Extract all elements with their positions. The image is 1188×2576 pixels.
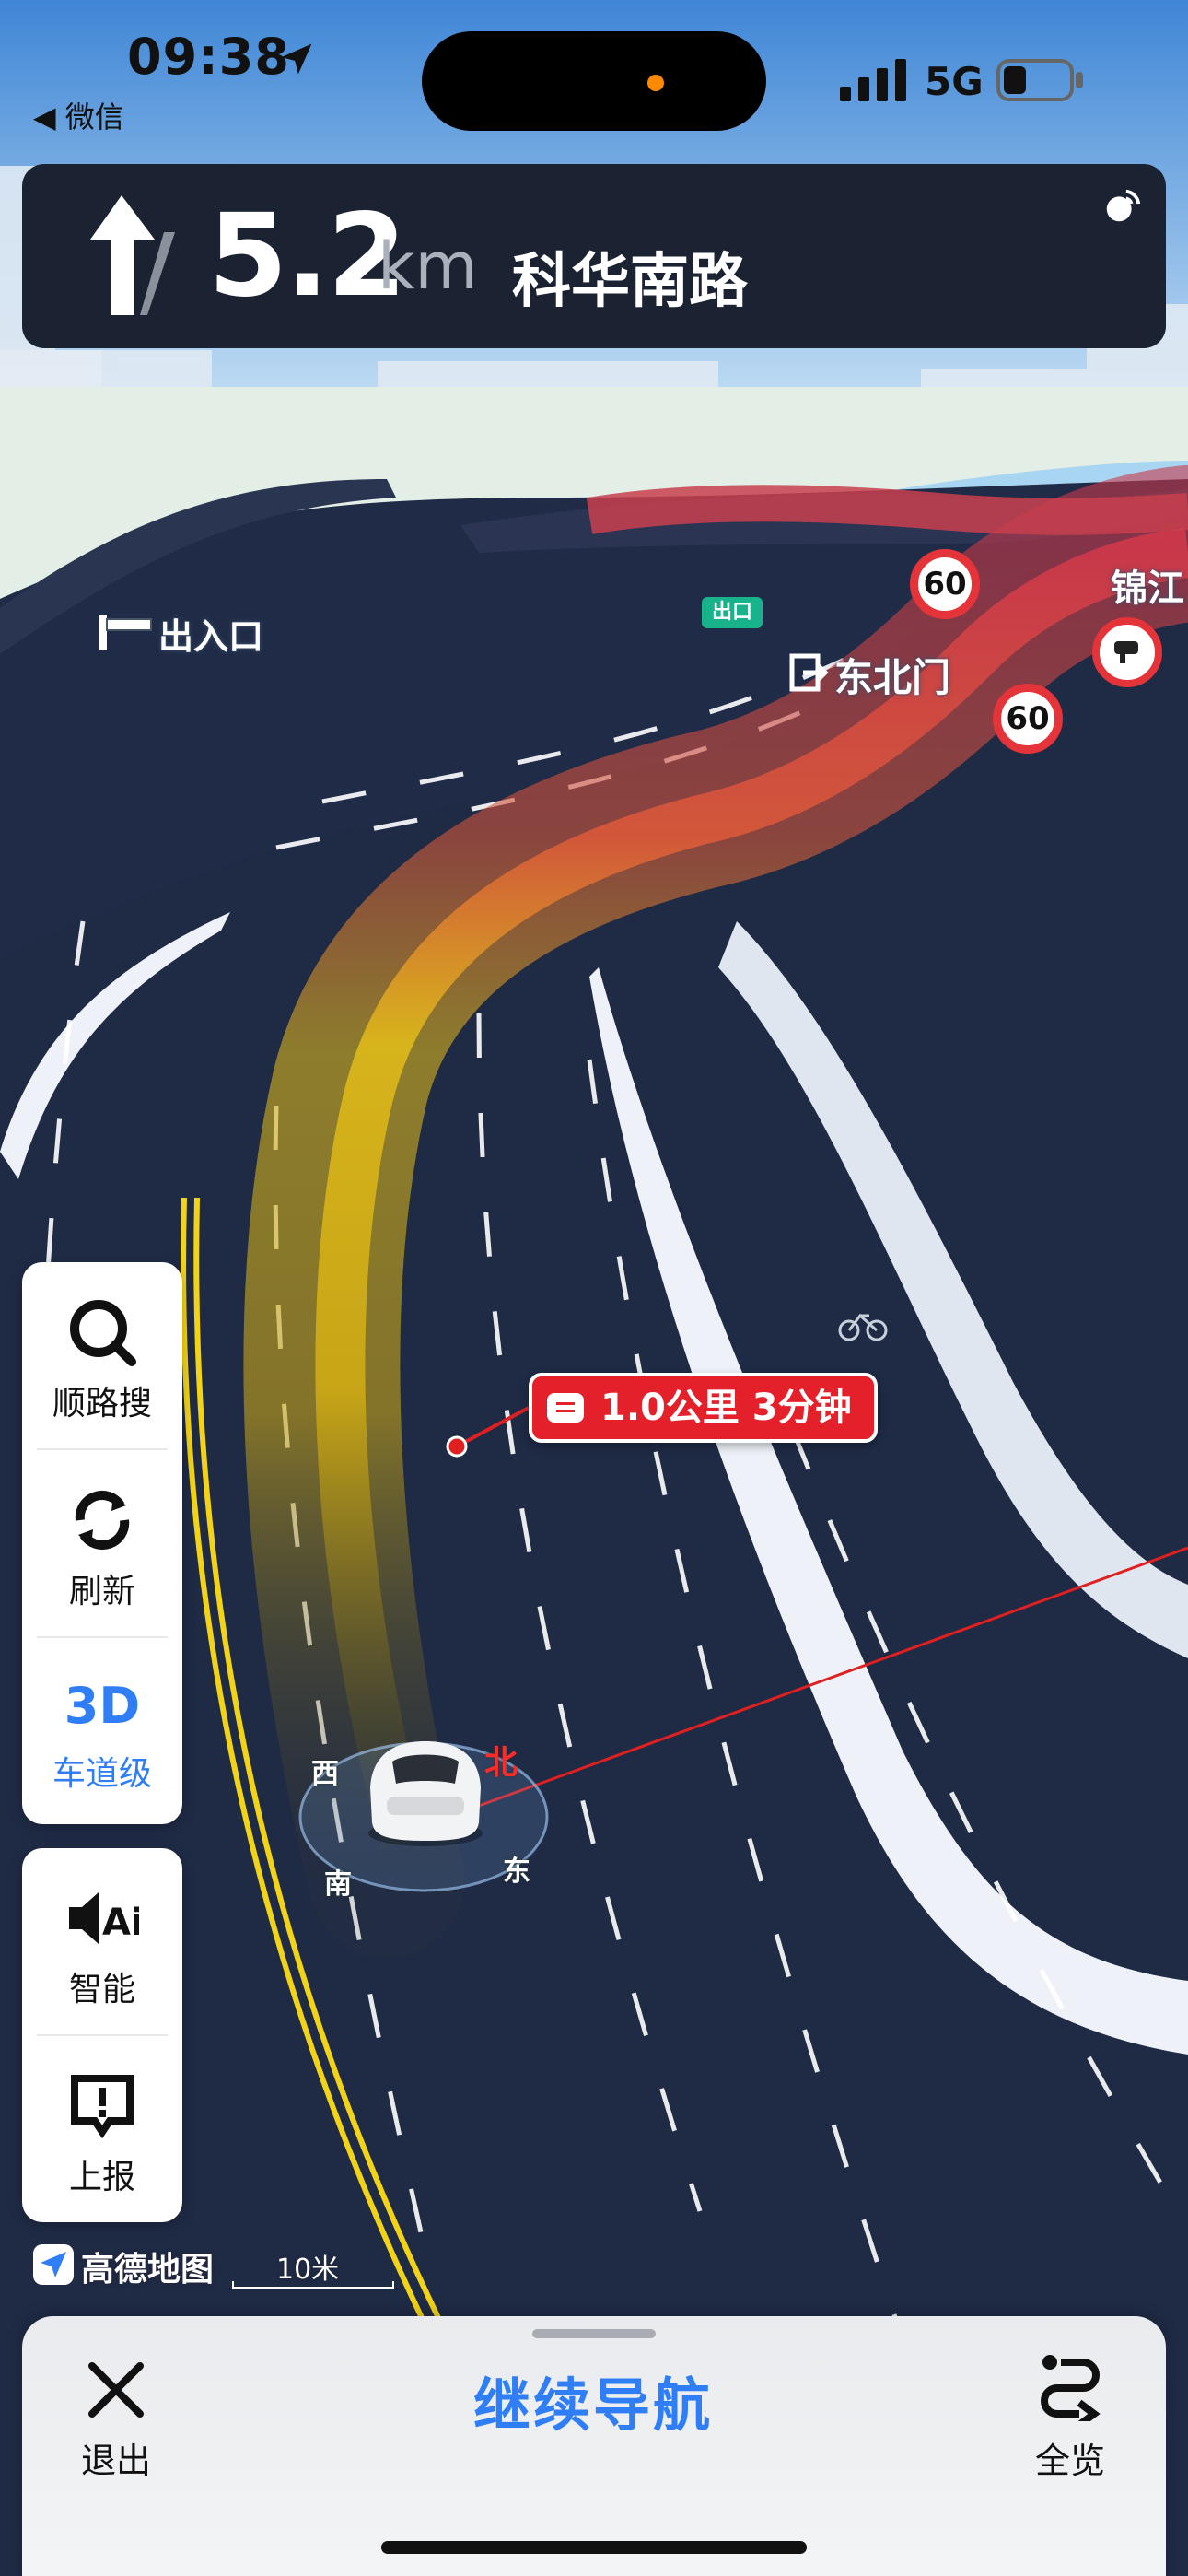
entrance-gate-icon: [99, 615, 152, 650]
speed-limit-sign: 60: [910, 549, 980, 619]
report-button[interactable]: 上报: [22, 2036, 182, 2220]
speed-camera-icon: [1092, 617, 1162, 687]
distance-unit: km: [378, 228, 478, 304]
gate-icon: [789, 653, 829, 692]
report-label: 上报: [68, 2159, 135, 2196]
road-name: 科华南路: [512, 248, 748, 316]
route-overview-icon[interactable]: [1039, 2351, 1101, 2421]
distance-value: 5.2: [208, 190, 407, 322]
poi-label[interactable]: 锦江: [1111, 558, 1184, 612]
network-type: 5G: [925, 59, 984, 104]
signal-icon: [840, 59, 906, 101]
search-along-route-button[interactable]: 顺路搜: [22, 1262, 182, 1446]
speed-limit-sign: 60: [993, 684, 1063, 754]
car-marker: [368, 1741, 483, 1846]
search-along-route-label: 顺路搜: [52, 1385, 152, 1423]
compass-north: 北: [484, 1744, 518, 1782]
scale-bar: [232, 2281, 394, 2289]
search-icon: [70, 1300, 136, 1366]
lane-3d-label: 3D: [64, 1677, 141, 1735]
entrance-label[interactable]: 出入口: [158, 608, 263, 659]
battery-icon: [996, 59, 1083, 101]
smart-voice-label: 智能: [68, 1971, 135, 2008]
gate-label[interactable]: 东北门: [834, 647, 950, 703]
dynamic-island: [422, 31, 766, 131]
refresh-button[interactable]: 刷新: [22, 1450, 182, 1634]
refresh-icon: [75, 1490, 130, 1551]
lane-level-label: 车道级: [52, 1755, 152, 1793]
back-to-app-link[interactable]: ◀ 微信: [33, 94, 124, 136]
status-time: 09:38: [127, 28, 290, 86]
smart-voice-button[interactable]: Ai 智能: [22, 1848, 182, 2032]
compass-west: 西: [311, 1758, 339, 1790]
continue-navigation-button[interactable]: 继续导航: [409, 2359, 777, 2441]
recording-indicator: [647, 75, 664, 91]
route-tip-text: 1.0公里 3分钟: [600, 1387, 852, 1429]
compass-south: 南: [324, 1868, 352, 1901]
home-indicator[interactable]: [381, 2541, 807, 2554]
brand-logo-text: 高德地图: [81, 2251, 215, 2289]
lane-level-3d-button[interactable]: 3D 车道级: [22, 1638, 182, 1822]
exit-button[interactable]: 退出: [42, 2432, 190, 2483]
exit-chip[interactable]: 出口: [702, 597, 763, 628]
assist-panel: Ai 智能 上报: [22, 1848, 182, 2222]
drag-handle[interactable]: [532, 2329, 656, 2338]
compass-east: 东: [503, 1856, 530, 1888]
amap-logo-icon: [33, 2244, 74, 2285]
route-segment-tip[interactable]: 1.0公里 3分钟: [529, 1373, 878, 1443]
straight-arrow-icon: [90, 195, 175, 315]
svg-text:Ai: Ai: [102, 1902, 139, 1944]
voice-broadcast-icon[interactable]: [1101, 184, 1144, 227]
refresh-label: 刷新: [68, 1573, 135, 1610]
bottom-action-bar: [22, 2316, 1166, 2576]
report-icon: [71, 2075, 134, 2139]
map-tools-panel: 顺路搜 刷新 3D 车道级: [22, 1262, 182, 1824]
location-arrow-icon: [281, 43, 312, 75]
close-icon[interactable]: [85, 2359, 147, 2421]
ai-voice-icon: Ai: [69, 1892, 139, 1944]
message-icon: [547, 1393, 584, 1423]
overview-button[interactable]: 全览: [996, 2432, 1144, 2483]
